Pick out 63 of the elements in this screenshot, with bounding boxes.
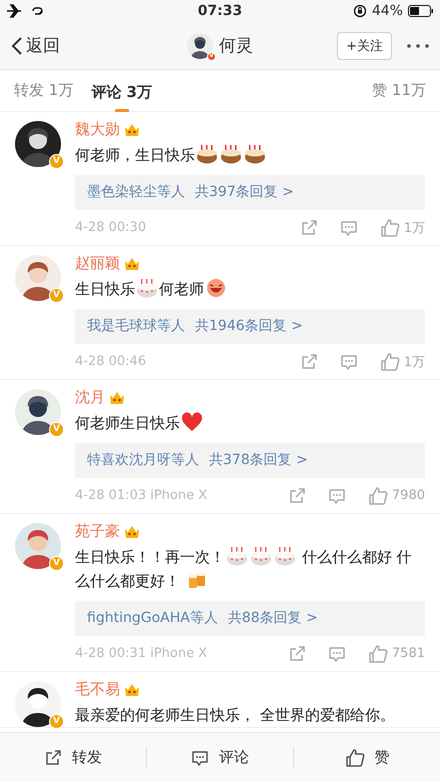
- status-time: 07:33: [198, 3, 242, 19]
- share-icon[interactable]: [44, 748, 62, 766]
- cake-icon: [274, 546, 296, 566]
- replies-link[interactable]: 我是毛球球等人 共1946条回复 >: [75, 309, 425, 344]
- replies-link[interactable]: fightingGoAHA等人 共88条回复 >: [75, 601, 425, 636]
- user-name[interactable]: 魏大勋: [75, 120, 120, 138]
- like-button[interactable]: 7980: [368, 486, 425, 506]
- airplane-icon: [6, 4, 22, 18]
- back-button[interactable]: 返回: [10, 34, 160, 57]
- heart-icon: [181, 412, 203, 432]
- cake-icon: [250, 546, 272, 566]
- comment-time: 4-28 00:46: [75, 354, 148, 369]
- user-name[interactable]: 苑子豪: [75, 522, 120, 540]
- comment-time: 4-28 00:31 iPhone X: [75, 646, 208, 661]
- chevron-left-icon: [10, 36, 24, 56]
- verified-badge: V: [49, 714, 64, 729]
- comment-text: 生日快乐: [75, 280, 135, 298]
- thumbs-up-icon[interactable]: [344, 748, 364, 768]
- verified-badge: V: [49, 556, 64, 571]
- more-icon[interactable]: [406, 42, 430, 48]
- tab[interactable]: 转发 1万: [14, 72, 74, 109]
- thumbs-up-icon[interactable]: [368, 486, 388, 506]
- tab[interactable]: 赞 11万: [372, 72, 426, 109]
- comment-text: 什么什么都好 什: [300, 548, 412, 566]
- battery-icon: [408, 5, 434, 17]
- like-button[interactable]: 赞: [338, 746, 396, 768]
- comment-text: 生日快乐！！再一次！: [75, 548, 225, 566]
- follow-button[interactable]: +关注: [337, 32, 392, 60]
- like-button[interactable]: 1万: [380, 218, 425, 238]
- comment-text: 何老师生日快乐: [75, 414, 180, 432]
- comment-text: 最亲爱的何老师生日快乐， 全世界的爱都给你。: [75, 706, 395, 724]
- comment-icon[interactable]: [191, 748, 209, 766]
- like-button[interactable]: 1万: [380, 352, 425, 372]
- comment-text: 么什么都更好！: [75, 572, 181, 590]
- link-icon: [30, 5, 44, 17]
- like-button[interactable]: 7581: [368, 644, 425, 664]
- comment-time: 4-28 01:03 iPhone X: [75, 488, 208, 503]
- comment-button[interactable]: 评论: [185, 747, 255, 768]
- battery-percent: 44%: [372, 3, 403, 19]
- cake-icon: [136, 278, 158, 298]
- cake-icon: [196, 144, 218, 164]
- user-name[interactable]: 沈月: [75, 388, 105, 406]
- thumbs-up-icon[interactable]: [380, 352, 400, 372]
- verified-badge: V: [49, 288, 64, 303]
- laughing-face-icon: [205, 278, 227, 298]
- rotation-lock-icon: [352, 4, 367, 18]
- verified-badge: V: [49, 422, 64, 437]
- thumbs-up-icon[interactable]: [368, 644, 388, 664]
- tab[interactable]: 评论 3万: [91, 74, 152, 112]
- page-title: 何灵: [219, 35, 253, 57]
- replies-link[interactable]: 特喜欢沈月呀等人 共378条回复 >: [75, 443, 425, 478]
- cake-icon: [226, 546, 248, 566]
- share-button[interactable]: 转发: [38, 747, 108, 768]
- thumbs-up-icon[interactable]: [380, 218, 400, 238]
- comment-time: 4-28 00:30: [75, 220, 148, 235]
- cake-icon: [244, 144, 266, 164]
- user-name[interactable]: 赵丽颖: [75, 254, 120, 272]
- replies-link[interactable]: 墨色染轻尘等人 共397条回复 >: [75, 175, 425, 210]
- comment-text: 何老师: [159, 280, 204, 298]
- comment-text: 何老师，生日快乐: [75, 146, 195, 164]
- user-name[interactable]: 毛不易: [75, 680, 120, 698]
- verified-badge: V: [49, 154, 64, 169]
- cake-icon: [220, 144, 242, 164]
